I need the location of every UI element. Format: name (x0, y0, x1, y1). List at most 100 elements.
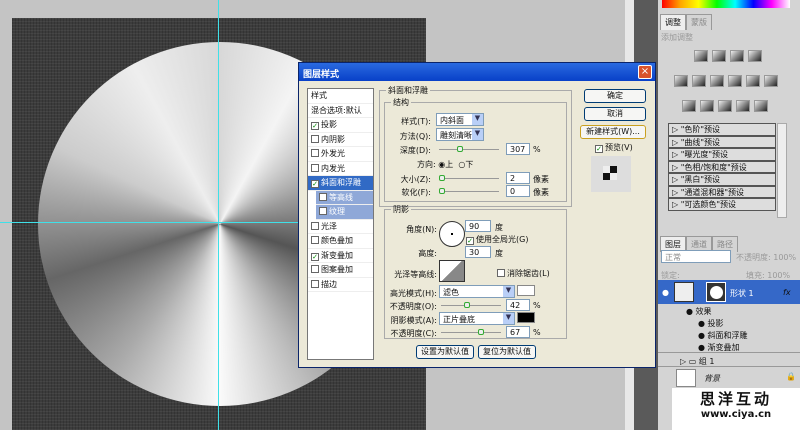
size-slider-knob[interactable] (439, 175, 445, 181)
eye-icon[interactable]: ● (662, 288, 669, 297)
guide-vertical[interactable] (218, 0, 219, 430)
posterize-icon[interactable] (700, 100, 714, 112)
preset-scrollbar[interactable] (777, 123, 787, 218)
channel-mixer-icon[interactable] (764, 75, 778, 87)
highlight-mode-select[interactable]: 滤色 ▼ (439, 285, 515, 298)
soften-slider[interactable] (439, 191, 499, 192)
color-ramp[interactable] (662, 0, 790, 8)
style-list-item[interactable]: 外发光 (308, 147, 373, 162)
style-select[interactable]: 内斜面 ▼ (436, 113, 484, 126)
black-white-icon[interactable] (728, 75, 742, 87)
vibrance-icon[interactable] (674, 75, 688, 87)
blend-mode-select[interactable]: 正常 (661, 250, 731, 263)
adjust-icons-row2[interactable] (672, 75, 780, 89)
style-list-item[interactable]: 图案叠加 (308, 263, 373, 278)
depth-input[interactable]: 307 (506, 143, 530, 155)
checkbox[interactable]: ✓ (311, 122, 319, 130)
adjust-icons-row3[interactable] (680, 100, 770, 114)
checkbox[interactable]: ✓ (311, 180, 319, 188)
style-list-item[interactable]: ✓ 渐变叠加 (308, 249, 373, 263)
soften-input[interactable]: 0 (506, 185, 530, 197)
shadow-opacity-input[interactable]: 67 (506, 326, 530, 338)
checkbox[interactable] (311, 163, 319, 172)
preset-item[interactable]: ▷ "黑白"预设 (668, 173, 776, 186)
cancel-button[interactable]: 取消 (584, 107, 646, 121)
exposure-icon[interactable] (748, 50, 762, 62)
antialias-checkbox[interactable]: 消除锯齿(L) (497, 268, 550, 279)
style-list-item[interactable]: 描边 (308, 278, 373, 292)
style-list-item[interactable]: 内阴影 (308, 133, 373, 147)
checkbox[interactable] (319, 192, 327, 201)
style-list-item[interactable]: ✓ 投影 (308, 118, 373, 133)
depth-slider[interactable] (439, 149, 499, 150)
ok-button[interactable]: 确定 (584, 89, 646, 103)
style-list-item[interactable]: 光泽 (308, 220, 373, 234)
close-button[interactable]: × (638, 65, 652, 79)
technique-select[interactable]: 雕刻清晰 ▼ (436, 128, 484, 141)
soften-slider-knob[interactable] (439, 188, 445, 194)
color-balance-icon[interactable] (710, 75, 724, 87)
checkbox[interactable] (311, 149, 319, 157)
layer-background[interactable]: 背景 🔒 (658, 366, 800, 388)
new-style-button[interactable]: 新建样式(W)... (580, 125, 646, 139)
tab-masks[interactable]: 蒙版 (686, 14, 712, 30)
preset-item[interactable]: ▷ "曲线"预设 (668, 135, 776, 148)
layer-group-1[interactable]: ▷ ▭ 组 1 (658, 352, 800, 366)
make-default-button[interactable]: 设置为默认值 (416, 345, 474, 359)
hue-sat-icon[interactable] (692, 75, 706, 87)
style-list-item[interactable]: 纹理 (316, 205, 373, 220)
checkbox[interactable] (311, 236, 319, 244)
style-list-item[interactable]: 混合选项:默认 (308, 104, 373, 118)
adjust-icons-row1[interactable] (692, 50, 764, 64)
depth-slider-knob[interactable] (457, 146, 463, 152)
tab-adjustments[interactable]: 调整 (660, 14, 686, 30)
highlight-opacity-knob[interactable] (464, 302, 470, 308)
shadow-mode-select[interactable]: 正片叠底 ▼ (439, 312, 515, 325)
global-light-checkbox[interactable]: ✓ 使用全局光(G) (466, 234, 528, 245)
reset-default-button[interactable]: 复位为默认值 (478, 345, 536, 359)
threshold-icon[interactable] (718, 100, 732, 112)
checkbox[interactable]: ✓ (311, 252, 319, 261)
angle-input[interactable]: 90 (465, 220, 491, 232)
gloss-contour-picker[interactable] (439, 260, 465, 282)
preset-item[interactable]: ▷ "曝光度"预设 (668, 148, 776, 161)
size-slider[interactable] (439, 178, 499, 179)
checkbox[interactable] (319, 207, 327, 215)
style-list-item[interactable]: 颜色叠加 (308, 234, 373, 249)
highlight-opacity-input[interactable]: 42 (506, 299, 530, 311)
highlight-opacity-slider[interactable] (441, 305, 501, 306)
effect-drop-shadow[interactable]: ● 投影 (698, 318, 798, 329)
checkbox[interactable] (311, 265, 319, 273)
style-list-item[interactable]: 等高线 (316, 190, 373, 205)
levels-icon[interactable] (712, 50, 726, 62)
opacity-field[interactable]: 不透明度: 100% (736, 252, 796, 263)
checkbox[interactable] (311, 134, 319, 143)
gradient-map-icon[interactable] (736, 100, 750, 112)
style-list-item[interactable]: ✓ 斜面和浮雕 (308, 176, 373, 191)
brightness-icon[interactable] (694, 50, 708, 62)
highlight-color-swatch[interactable] (517, 285, 535, 296)
fx-icon[interactable]: fx (783, 288, 791, 297)
shadow-opacity-knob[interactable] (478, 329, 484, 335)
preset-item[interactable]: ▷ "色相/饱和度"预设 (668, 160, 776, 173)
invert-icon[interactable] (682, 100, 696, 112)
shadow-color-swatch[interactable] (517, 312, 535, 323)
layer-shape-1[interactable]: ● 形状 1 fx (658, 280, 800, 304)
style-list-item[interactable]: 内发光 (308, 162, 373, 176)
style-list-item[interactable]: 样式 (308, 89, 373, 104)
shadow-opacity-slider[interactable] (441, 332, 501, 333)
preset-item[interactable]: ▷ "色阶"预设 (668, 123, 776, 136)
photo-filter-icon[interactable] (746, 75, 760, 87)
effect-bevel[interactable]: ● 斜面和浮雕 (698, 330, 798, 341)
altitude-input[interactable]: 30 (465, 246, 491, 258)
checkbox[interactable] (311, 221, 319, 230)
curves-icon[interactable] (730, 50, 744, 62)
direction-radio[interactable]: 方向: ◉上 ○下 (417, 159, 473, 170)
preset-item[interactable]: ▷ "可选颜色"预设 (668, 198, 776, 211)
preview-checkbox[interactable]: ✓ 预览(V) (595, 142, 633, 153)
preset-item[interactable]: ▷ "通道混和器"预设 (668, 185, 776, 198)
angle-dial[interactable] (439, 221, 465, 247)
checkbox[interactable] (311, 279, 319, 288)
selective-color-icon[interactable] (754, 100, 768, 112)
size-input[interactable]: 2 (506, 172, 530, 184)
